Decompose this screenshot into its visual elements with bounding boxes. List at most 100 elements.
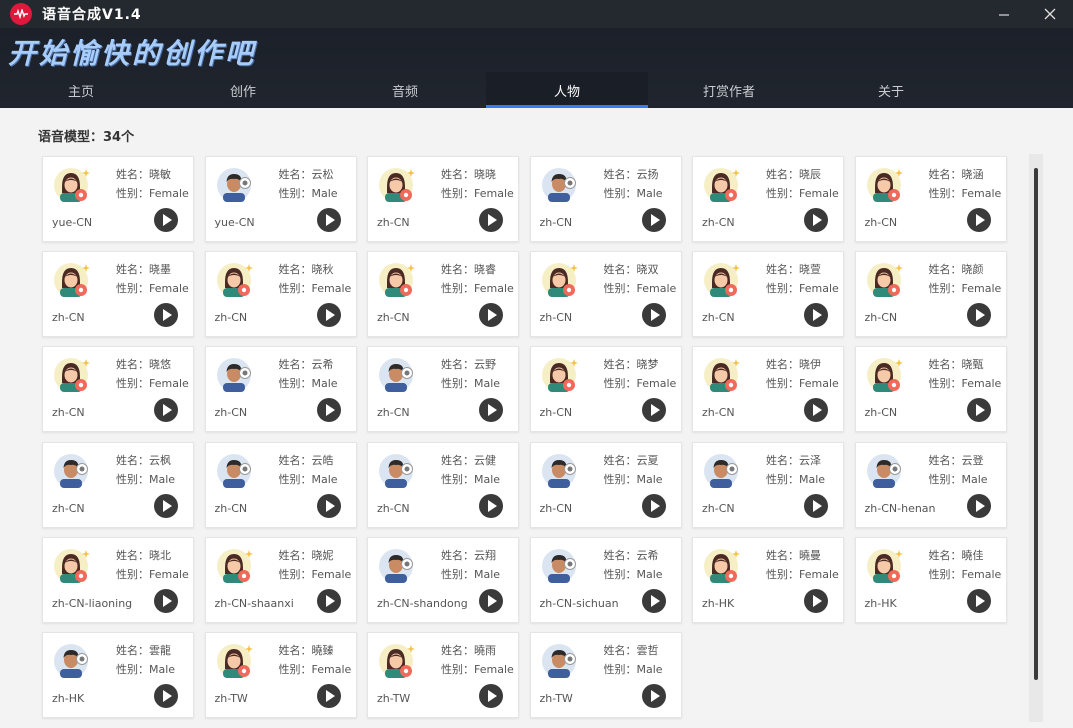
play-icon — [162, 309, 172, 322]
play-button[interactable] — [641, 208, 666, 232]
voice-model-card[interactable]: 姓名：晓悠 性别：Female zh-CN — [42, 346, 194, 433]
play-icon — [812, 499, 822, 512]
play-button[interactable] — [641, 398, 666, 423]
voice-gender-row: 性别：Male — [116, 470, 175, 489]
voice-gender: Female — [799, 282, 839, 296]
voice-model-card[interactable]: 姓名：曉臻 性别：Female zh-TW — [204, 632, 357, 718]
voice-name: 云夏 — [636, 453, 659, 467]
voice-model-card[interactable]: 姓名：晓涵 性别：Female zh-CN — [854, 156, 1007, 242]
play-button[interactable] — [641, 684, 666, 708]
name-label: 姓名： — [278, 644, 312, 657]
play-button[interactable] — [154, 303, 178, 328]
voice-model-card[interactable]: 姓名：云登 性别：Male zh-CN-henan — [854, 441, 1007, 528]
voice-model-card[interactable]: 姓名：云希 性别：Male zh-CN — [204, 346, 357, 433]
play-button[interactable] — [316, 493, 341, 518]
play-button[interactable] — [966, 398, 991, 423]
voice-name-row: 姓名：雲哲 — [604, 641, 663, 660]
voice-model-card[interactable]: 姓名：晓双 性别：Female zh-CN — [529, 251, 682, 338]
voice-name-row: 姓名：云夏 — [604, 451, 663, 470]
play-button[interactable] — [479, 208, 503, 232]
voice-name-row: 姓名：晓北 — [116, 546, 189, 565]
voice-model-card[interactable]: 姓名：云扬 性别：Male zh-CN — [529, 156, 682, 242]
play-button[interactable] — [966, 303, 991, 328]
voice-model-card[interactable]: 姓名：云健 性别：Male zh-CN — [367, 441, 519, 528]
voice-model-card[interactable]: 姓名：云夏 性别：Male zh-CN — [529, 441, 682, 528]
play-button[interactable] — [479, 398, 503, 423]
voice-gender: Male — [474, 377, 501, 391]
play-button[interactable] — [479, 684, 503, 708]
play-button[interactable] — [316, 588, 341, 613]
voice-model-card[interactable]: 姓名：晓晓 性别：Female zh-CN — [367, 156, 519, 242]
voice-gender-row: 性别：Female — [929, 184, 1002, 203]
voice-gender: Male — [636, 567, 663, 581]
voice-model-card[interactable]: 姓名：曉雨 性别：Female zh-TW — [367, 632, 519, 718]
tab-characters[interactable]: 人物 — [486, 72, 648, 108]
play-icon — [487, 404, 497, 417]
play-button[interactable] — [154, 208, 178, 232]
voice-model-card[interactable]: 姓名：晓墨 性别：Female zh-CN — [42, 251, 194, 338]
voice-model-card[interactable]: 姓名：晓睿 性别：Female zh-CN — [367, 251, 519, 338]
voice-model-card[interactable]: 姓名：晓颜 性别：Female zh-CN — [854, 251, 1007, 338]
play-button[interactable] — [154, 684, 178, 708]
name-label: 姓名： — [441, 168, 474, 181]
voice-model-card[interactable]: 姓名：晓甄 性别：Female zh-CN — [854, 346, 1007, 433]
scrollbar[interactable] — [1029, 154, 1043, 722]
voice-model-card[interactable]: 姓名：雲哲 性别：Male zh-TW — [529, 632, 682, 718]
play-button[interactable] — [804, 303, 828, 328]
voice-model-card[interactable]: 姓名：晓萱 性别：Female zh-CN — [692, 251, 844, 338]
name-label: 姓名： — [278, 453, 312, 467]
voice-model-card[interactable]: 姓名：云枫 性别：Male zh-CN — [42, 441, 194, 528]
voice-gender-row: 性别：Female — [604, 374, 677, 393]
play-button[interactable] — [316, 303, 341, 328]
play-button[interactable] — [479, 303, 503, 328]
play-button[interactable] — [154, 588, 178, 613]
female-avatar-icon — [53, 546, 93, 586]
voice-model-card[interactable]: 姓名：曉佳 性别：Female zh-HK — [854, 536, 1007, 623]
minimize-button[interactable] — [981, 0, 1027, 28]
voice-model-card[interactable]: 姓名：晓秋 性别：Female zh-CN — [204, 251, 357, 338]
tab-about[interactable]: 关于 — [810, 72, 972, 108]
voice-model-card[interactable]: 姓名：雲龍 性别：Male zh-HK — [42, 632, 194, 718]
play-button[interactable] — [641, 493, 666, 518]
play-button[interactable] — [966, 588, 991, 613]
play-button[interactable] — [804, 398, 828, 423]
voice-model-card[interactable]: 姓名：云松 性别：Male yue-CN — [204, 156, 357, 242]
voice-model-card[interactable]: 姓名：晓辰 性别：Female zh-CN — [692, 156, 844, 242]
play-button[interactable] — [479, 493, 503, 518]
play-button[interactable] — [804, 493, 828, 518]
voice-model-card[interactable]: 姓名：云希 性别：Male zh-CN-sichuan — [529, 536, 682, 623]
tab-home[interactable]: 主页 — [0, 72, 162, 108]
play-button[interactable] — [316, 208, 341, 232]
play-button[interactable] — [154, 493, 178, 518]
voice-model-card[interactable]: 姓名：晓梦 性别：Female zh-CN — [529, 346, 682, 433]
scrollbar-thumb[interactable] — [1034, 168, 1038, 680]
play-button[interactable] — [804, 208, 828, 232]
close-button[interactable] — [1027, 0, 1073, 28]
voice-gender-row: 性别：Male — [604, 565, 663, 584]
play-button[interactable] — [316, 398, 341, 423]
voice-model-card[interactable]: 姓名：云皓 性别：Male zh-CN — [204, 441, 357, 528]
voice-model-card[interactable]: 姓名：云野 性别：Male zh-CN — [367, 346, 519, 433]
play-icon — [650, 309, 660, 322]
play-button[interactable] — [154, 398, 178, 423]
female-avatar-icon — [541, 260, 581, 300]
play-button[interactable] — [641, 303, 666, 328]
tab-create[interactable]: 创作 — [162, 72, 324, 108]
tab-donate[interactable]: 打赏作者 — [648, 72, 810, 108]
female-avatar-icon — [53, 165, 93, 205]
voice-model-card[interactable]: 姓名：云泽 性别：Male zh-CN — [692, 441, 844, 528]
gender-label: 性别： — [603, 377, 637, 391]
play-button[interactable] — [966, 493, 991, 518]
voice-model-card[interactable]: 姓名：曉曼 性别：Female zh-HK — [692, 536, 844, 623]
play-button[interactable] — [804, 588, 828, 613]
voice-model-card[interactable]: 姓名：晓北 性别：Female zh-CN-liaoning — [42, 536, 194, 623]
voice-model-card[interactable]: 姓名：晓伊 性别：Female zh-CN — [692, 346, 844, 433]
play-button[interactable] — [641, 588, 666, 613]
tab-audio[interactable]: 音频 — [324, 72, 486, 108]
voice-model-card[interactable]: 姓名：晓妮 性别：Female zh-CN-shaanxi — [204, 536, 357, 623]
play-button[interactable] — [966, 208, 991, 232]
voice-model-card[interactable]: 姓名：云翔 性别：Male zh-CN-shandong — [367, 536, 519, 623]
play-button[interactable] — [316, 684, 341, 708]
play-button[interactable] — [479, 588, 503, 613]
voice-model-card[interactable]: 姓名：晓敏 性别：Female yue-CN — [42, 156, 194, 242]
